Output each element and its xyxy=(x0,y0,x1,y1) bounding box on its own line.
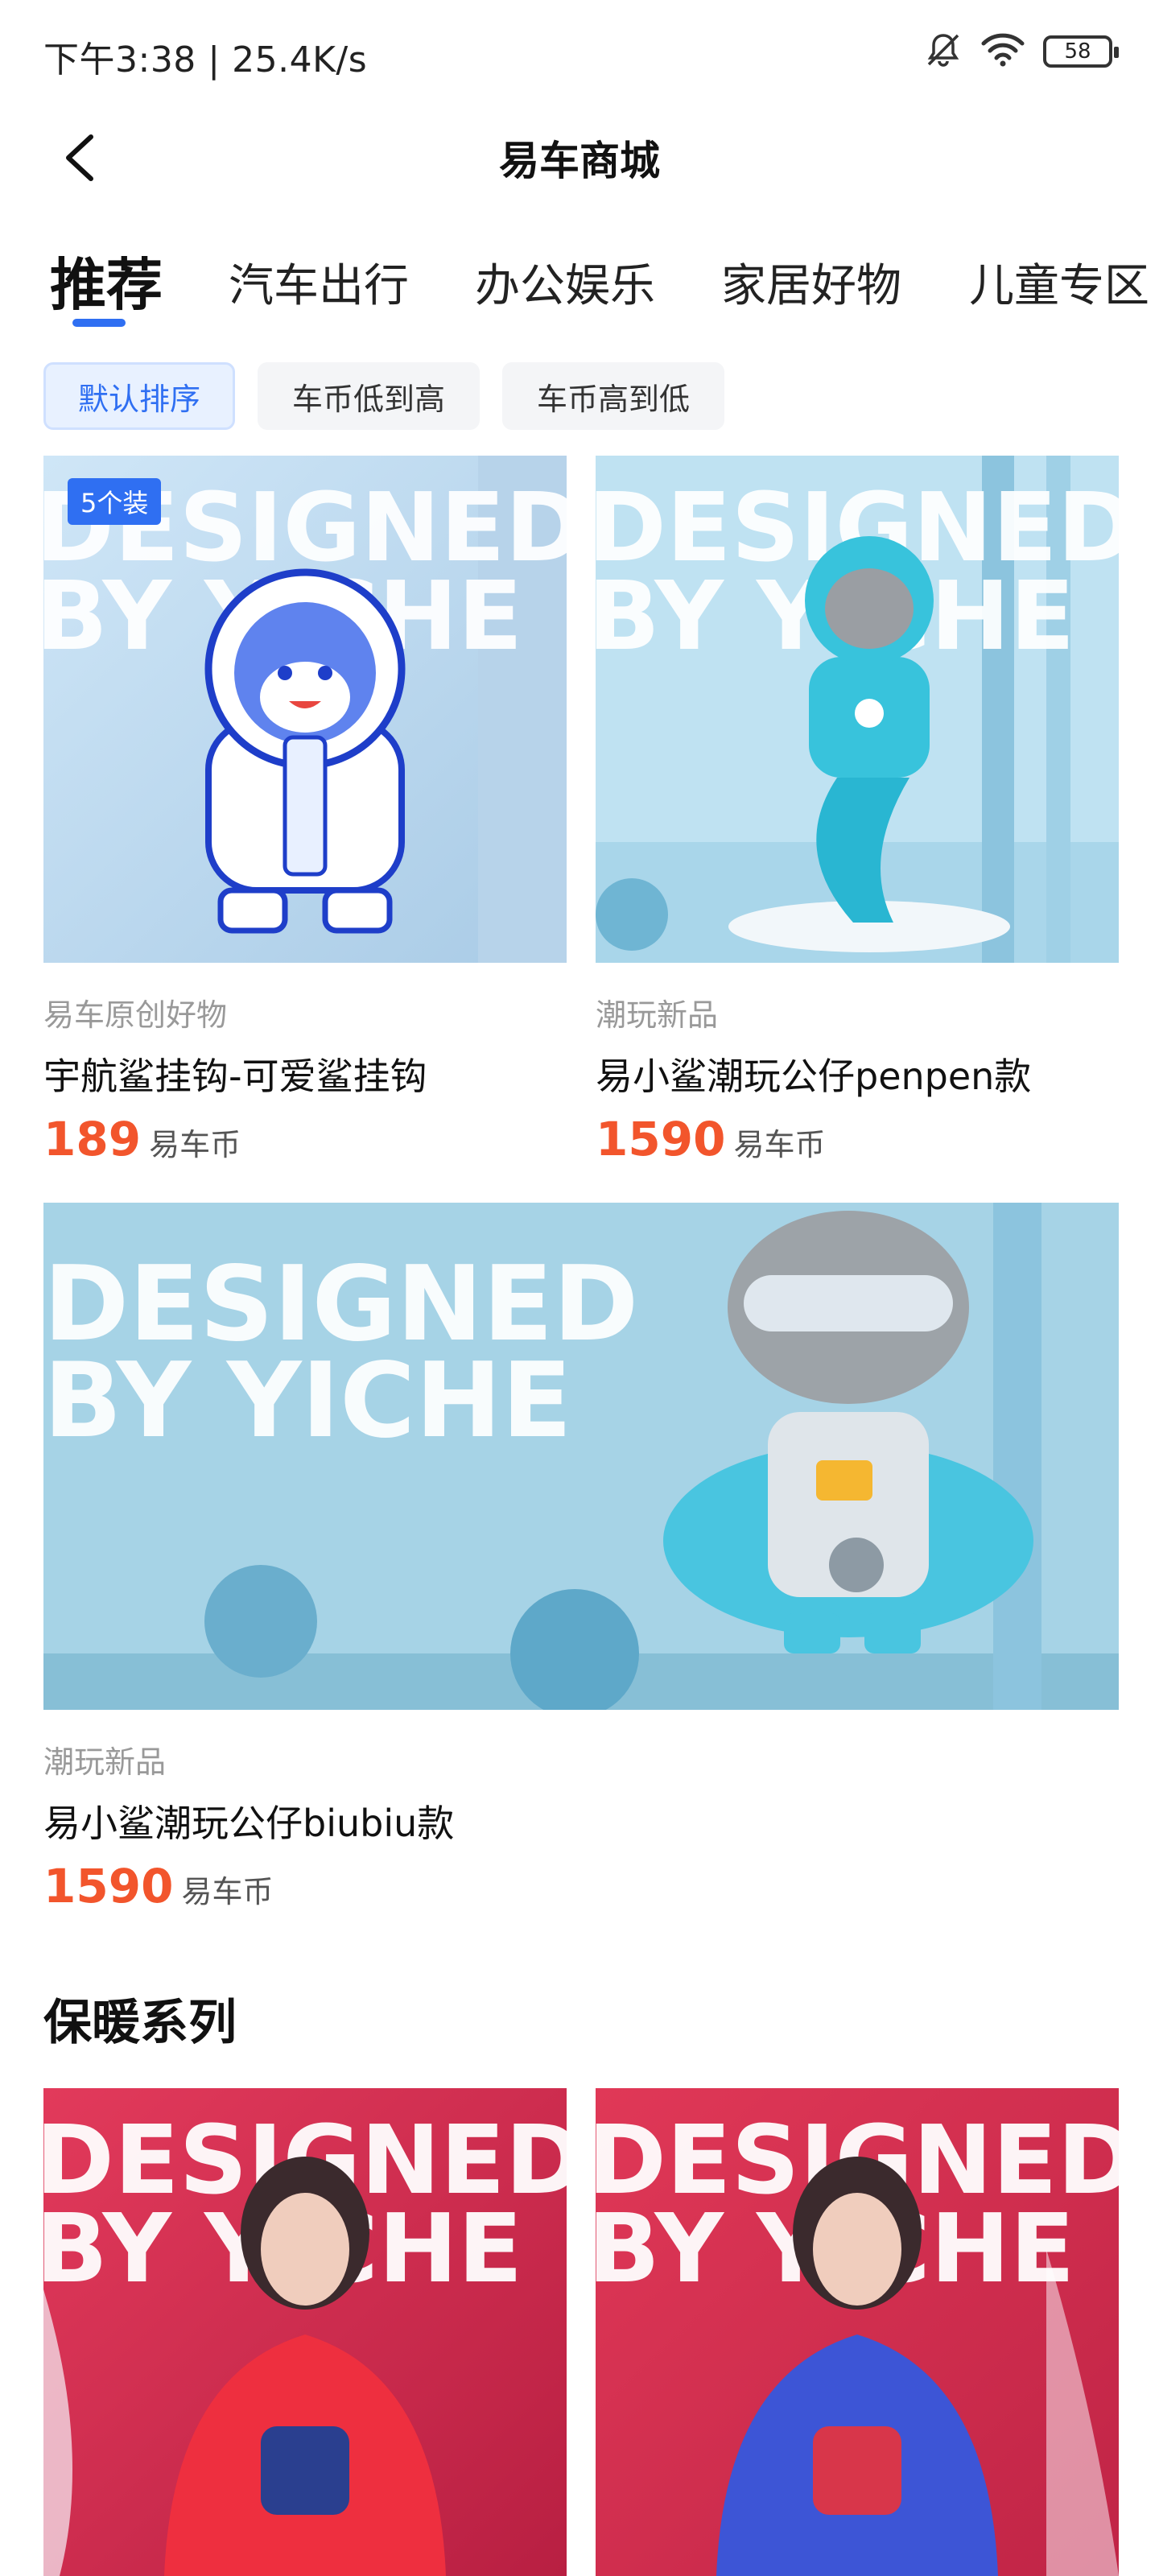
status-time-speed: 下午3:38 | 25.4K/s xyxy=(43,39,368,80)
mute-bell-icon xyxy=(924,31,963,72)
product-title: 易小鲨潮玩公仔penpen款 xyxy=(596,1055,1032,1098)
price-unit: 易车币 xyxy=(149,1127,241,1162)
price-unit: 易车币 xyxy=(733,1127,826,1162)
product-category: 潮玩新品 xyxy=(596,997,719,1033)
astronaut-shark-figure xyxy=(204,568,406,934)
product-price: 1590 易车币 xyxy=(596,1112,1119,1166)
product-image: DESIGNED BY YICHE xyxy=(43,2088,567,2576)
product-image: DESIGNED BY YICHE xyxy=(596,2088,1119,2576)
status-bar: 下午3:38 | 25.4K/s 58 xyxy=(0,0,1159,105)
sort-options: 默认排序 车币低到高 车币高到低 xyxy=(43,362,725,430)
product-price: 189 易车币 xyxy=(43,1112,567,1166)
price-value: 1590 xyxy=(596,1112,726,1166)
product-category: 易车原创好物 xyxy=(43,997,228,1033)
product-card-warm-1[interactable]: DESIGNED BY YICHE xyxy=(43,2088,567,2576)
product-image: DESIGNED BY YICHE xyxy=(596,456,1119,963)
product-price: 1590 易车币 xyxy=(43,1859,1119,1913)
product-title: 易小鲨潮玩公仔biubiu款 xyxy=(43,1802,455,1845)
tab-home-goods[interactable]: 家居好物 xyxy=(721,250,901,315)
product-card-penpen[interactable]: DESIGNED BY YICHE 潮玩新品 易小鲨潮玩公仔penpen款 15… xyxy=(596,456,1119,1166)
product-image: 5个装 DESIGNED BY YICHE xyxy=(43,456,567,963)
battery-level: 58 xyxy=(1064,39,1091,64)
product-card-warm-2[interactable]: DESIGNED BY YICHE xyxy=(596,2088,1119,2576)
tab-car-travel[interactable]: 汽车出行 xyxy=(229,250,409,315)
price-unit: 易车币 xyxy=(181,1874,274,1909)
tab-recommend[interactable]: 推荐 xyxy=(50,240,163,321)
product-category: 潮玩新品 xyxy=(43,1744,167,1780)
battery-icon: 58 xyxy=(1043,35,1119,68)
section-title-warm-series: 保暖系列 xyxy=(43,1995,237,2051)
price-value: 1590 xyxy=(43,1859,174,1913)
active-tab-indicator xyxy=(72,319,126,327)
page-title: 易车商城 xyxy=(499,138,660,184)
product-card-biubiu[interactable]: DESIGNED BY YICHE 潮玩新品 易小鲨潮玩公仔biubiu款 15… xyxy=(43,1203,1119,1913)
status-icons: 58 xyxy=(924,31,1119,72)
price-value: 189 xyxy=(43,1112,142,1166)
product-image: DESIGNED BY YICHE xyxy=(43,1203,1119,1710)
category-tabs: 推荐 汽车出行 办公娱乐 家居好物 儿童专区 xyxy=(0,233,1159,338)
product-title: 宇航鲨挂钩-可爱鲨挂钩 xyxy=(43,1055,427,1098)
pack-badge: 5个装 xyxy=(68,478,162,525)
sort-default-button[interactable]: 默认排序 xyxy=(43,362,236,430)
image-text-by-yiche: BY YICHE xyxy=(43,1341,572,1461)
sort-price-asc-button[interactable]: 车币低到高 xyxy=(258,362,481,430)
sort-price-desc-button[interactable]: 车币高到低 xyxy=(502,362,725,430)
tab-office-entertainment[interactable]: 办公娱乐 xyxy=(475,250,655,315)
nav-bar: 易车商城 xyxy=(0,105,1159,209)
tab-kids-zone[interactable]: 儿童专区 xyxy=(969,250,1149,315)
product-card-shark-hook[interactable]: 5个装 DESIGNED BY YICHE xyxy=(43,456,567,1166)
wifi-icon xyxy=(980,32,1025,71)
